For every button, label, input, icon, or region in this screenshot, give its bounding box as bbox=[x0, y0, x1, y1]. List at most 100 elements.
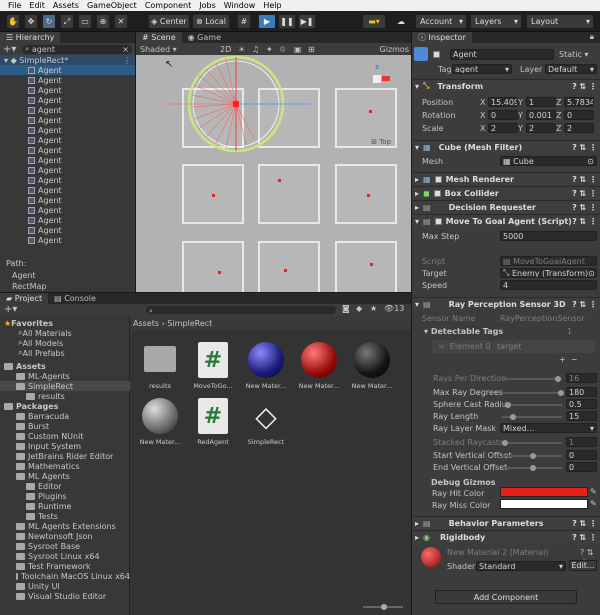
move-tool-icon[interactable]: ✥ bbox=[24, 14, 38, 29]
project-tree-item[interactable]: Newtonsoft Json bbox=[0, 531, 130, 541]
project-tree-item[interactable]: Unity UI bbox=[0, 581, 130, 591]
add-icon[interactable]: +▾ bbox=[3, 44, 16, 55]
end-offset-field[interactable]: 0 bbox=[566, 462, 597, 472]
active-checkbox[interactable] bbox=[433, 51, 440, 58]
behavior-parameters-header[interactable]: ▸ ▤ Behavior Parameters ? ⇅ ⋮ bbox=[413, 516, 600, 529]
eyedropper-icon[interactable]: ✎ bbox=[590, 487, 597, 496]
hierarchy-item[interactable]: Agent bbox=[0, 205, 135, 215]
mesh-filter-header[interactable]: ▾ ▦ Cube (Mesh Filter) ? ⇅ ⋮ bbox=[413, 140, 600, 153]
project-tree-item[interactable]: SimpleRect bbox=[0, 381, 130, 391]
hierarchy-item[interactable]: Agent bbox=[0, 155, 135, 165]
project-tree-item[interactable]: ML-Agents bbox=[0, 371, 130, 381]
project-tree-item[interactable]: ML Agents Extensions bbox=[0, 521, 130, 531]
project-tree-item[interactable]: Visual Studio Editor bbox=[0, 591, 130, 601]
project-tree-item[interactable]: results bbox=[0, 391, 130, 401]
audio-icon[interactable]: ♫ bbox=[252, 45, 259, 54]
mesh-renderer-checkbox[interactable] bbox=[434, 175, 442, 183]
project-tree-item[interactable]: Sysroot Base bbox=[0, 541, 130, 551]
asset-item[interactable]: # MoveToGo... bbox=[188, 342, 238, 390]
custom-tool-icon[interactable]: ✕ bbox=[114, 14, 128, 29]
transform-header[interactable]: ▾ ⤡ Transform ? ⇅ ⋮ bbox=[413, 79, 600, 92]
menu-jobs[interactable]: Jobs bbox=[199, 1, 216, 10]
ray-miss-color-swatch[interactable] bbox=[500, 499, 588, 509]
cloud-icon[interactable]: ☁ bbox=[392, 14, 410, 29]
path-item[interactable]: Agent bbox=[6, 271, 47, 282]
path-item[interactable]: RectMap bbox=[6, 282, 47, 293]
project-tree-item[interactable]: Editor bbox=[0, 481, 130, 491]
project-tree-item[interactable]: Packages bbox=[0, 401, 130, 411]
pivot-local-toggle[interactable]: ⊗ Local bbox=[192, 14, 230, 29]
tab-console[interactable]: ▤ Console bbox=[48, 293, 102, 304]
menu-edit[interactable]: Edit bbox=[29, 1, 45, 10]
add-icon[interactable]: + bbox=[559, 355, 566, 364]
component-icons[interactable]: ? ⇅ ⋮ bbox=[572, 203, 597, 212]
hierarchy-item[interactable]: Agent bbox=[0, 105, 135, 115]
component-icons[interactable]: ? ⇅ ⋮ bbox=[572, 217, 597, 226]
hierarchy-item[interactable]: Agent bbox=[0, 225, 135, 235]
clear-icon[interactable]: × bbox=[122, 45, 129, 54]
filter-label-icon[interactable]: ◆ bbox=[356, 304, 362, 313]
layout-dropdown[interactable]: Layout ▾ bbox=[526, 14, 594, 29]
collab-icon[interactable]: ▬▾ bbox=[362, 14, 386, 29]
ray-length-field[interactable]: 15 bbox=[566, 411, 597, 421]
breadcrumb-simplerect[interactable]: SimpleRect bbox=[167, 319, 212, 328]
rot-x-field[interactable]: 0 bbox=[488, 110, 518, 120]
element0-value[interactable]: target bbox=[497, 340, 521, 352]
scene-root-row[interactable]: ▾ ◆ SimpleRect* ⋮ bbox=[0, 55, 135, 65]
slider-knob[interactable] bbox=[504, 402, 511, 408]
project-tree-item[interactable]: ⌕ All Materials bbox=[0, 328, 130, 338]
mesh-field[interactable]: ▦ Cube ⊙ bbox=[500, 156, 597, 166]
slider-track[interactable] bbox=[502, 442, 562, 444]
lock-icon[interactable]: 🔒︎ bbox=[590, 32, 594, 43]
rigidbody-header[interactable]: ▸ ◉ Rigidbody ? ⇅ ⋮ bbox=[413, 530, 600, 543]
asset-item[interactable]: New Mater... bbox=[241, 342, 291, 390]
menu-file[interactable]: File bbox=[8, 1, 21, 10]
project-tree-item[interactable]: ⌕ All Prefabs bbox=[0, 348, 130, 358]
project-tree-item[interactable]: Plugins bbox=[0, 491, 130, 501]
layer-dropdown[interactable]: Default ▾ bbox=[545, 64, 597, 74]
hand-tool-icon[interactable]: ✋ bbox=[6, 14, 20, 29]
slider-knob[interactable] bbox=[502, 440, 508, 446]
shader-dropdown[interactable]: Standard ▾ bbox=[476, 561, 566, 571]
add-icon[interactable]: +▾ bbox=[4, 304, 17, 315]
asset-item[interactable]: New Mater... bbox=[347, 342, 397, 390]
ray-hit-color-swatch[interactable] bbox=[500, 487, 588, 497]
menu-help[interactable]: Help bbox=[263, 1, 281, 10]
grid-icon[interactable]: ⊞ bbox=[308, 45, 315, 54]
project-tree-item[interactable]: ML Agents bbox=[0, 471, 130, 481]
project-tree-item[interactable]: Burst bbox=[0, 421, 130, 431]
project-tree-item[interactable]: Sysroot Linux x64 bbox=[0, 551, 130, 561]
menu-component[interactable]: Component bbox=[145, 1, 191, 10]
transform-tool-icon[interactable]: ⊕ bbox=[96, 14, 110, 29]
eyedropper-icon[interactable]: ✎ bbox=[590, 499, 597, 508]
component-icons[interactable]: ? ⇅ ⋮ bbox=[572, 519, 597, 528]
tab-scene[interactable]: # Scene bbox=[136, 32, 182, 43]
add-component-button[interactable]: Add Component bbox=[435, 590, 577, 604]
hierarchy-item[interactable]: Agent bbox=[0, 85, 135, 95]
hierarchy-item[interactable]: Agent bbox=[0, 65, 135, 75]
hierarchy-item[interactable]: Agent bbox=[0, 165, 135, 175]
step-button[interactable]: ▶❚ bbox=[298, 14, 316, 29]
lighting-icon[interactable]: ☀ bbox=[238, 45, 245, 54]
project-tree-item[interactable]: Barracuda bbox=[0, 411, 130, 421]
hierarchy-item[interactable]: Agent bbox=[0, 195, 135, 205]
hidden-icon[interactable]: ⦸ bbox=[280, 44, 285, 54]
hierarchy-item[interactable]: Agent bbox=[0, 95, 135, 105]
slider-knob[interactable] bbox=[530, 453, 536, 459]
tab-project[interactable]: ▰ Project bbox=[0, 293, 49, 304]
component-icons[interactable]: ? ⇅ ⋮ bbox=[572, 300, 597, 309]
mesh-renderer-header[interactable]: ▸ ▦ Mesh Renderer ? ⇅ ⋮ bbox=[413, 172, 600, 185]
box-collider-header[interactable]: ▸ ◼ Box Collider ? ⇅ ⋮ bbox=[413, 186, 600, 199]
edit-shader-button[interactable]: Edit... bbox=[569, 560, 597, 571]
target-picker-icon[interactable]: ⊙ bbox=[587, 157, 594, 165]
component-icons[interactable]: ? ⇅ ⋮ bbox=[572, 189, 597, 198]
camera-icon[interactable]: ▣ bbox=[294, 45, 302, 54]
zoom-slider[interactable] bbox=[363, 604, 403, 610]
scene-canvas[interactable]: z ⊞ Top ↖ bbox=[136, 55, 411, 292]
pos-z-field[interactable]: 5.78343 bbox=[564, 97, 594, 107]
pos-y-field[interactable]: 1 bbox=[526, 97, 556, 107]
project-search-input[interactable]: ⌕ bbox=[146, 306, 336, 315]
asset-item[interactable]: New Mater... bbox=[294, 342, 344, 390]
effects-icon[interactable]: ✦ bbox=[266, 45, 273, 54]
pos-x-field[interactable]: 15.4098 bbox=[488, 97, 518, 107]
